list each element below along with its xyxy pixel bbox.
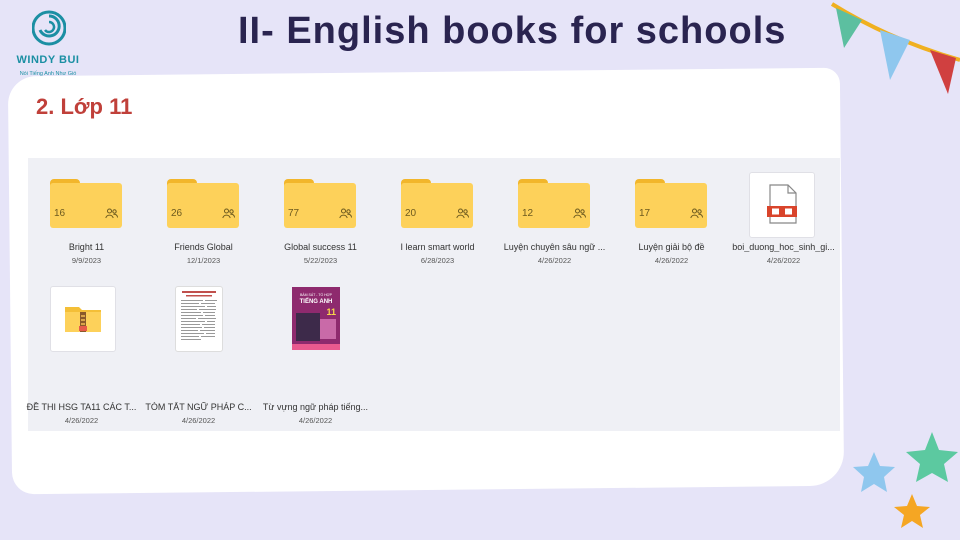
- shared-people-icon: [690, 208, 703, 219]
- folder-icon: 77: [284, 177, 356, 228]
- folder-item[interactable]: 77 Global success 11 5/22/2023: [262, 158, 379, 265]
- item-date: 5/22/2023: [303, 256, 338, 265]
- file-item[interactable]: boi_duong_hoc_sinh_gi... 4/26/2022: [725, 158, 842, 265]
- item-name: Luyện chuyên sâu ngữ ...: [503, 242, 606, 252]
- item-count: 12: [522, 208, 534, 219]
- item-date: 4/26/2022: [537, 256, 572, 265]
- book-cover-top-text: BÁM SÁT - TỔ HỢP: [299, 293, 333, 297]
- item-date: 4/26/2022: [654, 256, 689, 265]
- book-cover-decor: [320, 319, 336, 339]
- pdf-file-icon: [749, 172, 815, 238]
- item-date: 4/26/2022: [64, 416, 99, 425]
- book-cover-band: [292, 344, 340, 350]
- item-date: 9/9/2023: [71, 256, 102, 265]
- star-icon: [853, 432, 958, 528]
- folder-icon: 17: [635, 177, 707, 228]
- item-date: 4/26/2022: [181, 416, 216, 425]
- swirl-logo-icon: [32, 10, 66, 46]
- item-count: 16: [54, 208, 66, 219]
- folder-icon: 26: [167, 177, 239, 228]
- item-date: 4/26/2022: [298, 416, 333, 425]
- folder-item[interactable]: 12 Luyện chuyên sâu ngữ ... 4/26/2022: [496, 158, 613, 265]
- book-cover-thumbnail: BÁM SÁT - TỔ HỢP TIẾNG ANH 11: [292, 287, 340, 350]
- item-count: 77: [288, 208, 300, 219]
- item-date: 6/28/2023: [420, 256, 455, 265]
- item-count: 17: [639, 208, 651, 219]
- document-thumbnail: [175, 286, 223, 352]
- folder-item[interactable]: 20 I learn smart world 6/28/2023: [379, 158, 496, 265]
- file-explorer-grid: 16 Bright 11 9/9/2023 26 Friends Global …: [27, 158, 842, 431]
- shared-people-icon: [456, 208, 469, 219]
- item-date: 4/26/2022: [766, 256, 801, 265]
- file-item[interactable]: BÁM SÁT - TỔ HỢP TIẾNG ANH 11 Từ vựng ng…: [257, 272, 374, 425]
- book-cover-title: TIẾNG ANH: [299, 299, 333, 305]
- item-count: 26: [171, 208, 183, 219]
- shared-people-icon: [339, 208, 352, 219]
- item-name: boi_duong_hoc_sinh_gi...: [732, 242, 835, 252]
- item-name: Bright 11: [68, 242, 105, 252]
- item-name: ĐỀ THI HSG TA11 CÁC T...: [26, 402, 137, 412]
- page-title: II- English books for schools: [238, 10, 787, 52]
- folder-icon: 16: [50, 177, 122, 228]
- zip-archive-icon: [50, 286, 116, 352]
- bunting-flag-icon: [830, 2, 960, 94]
- folder-icon: 12: [518, 177, 590, 228]
- file-item[interactable]: TÓM TẮT NGỮ PHÁP C... 4/26/2022: [140, 272, 257, 425]
- book-cover-grade: 11: [326, 307, 336, 317]
- shared-people-icon: [573, 208, 586, 219]
- section-subtitle: 2. Lớp 11: [36, 94, 133, 119]
- item-date: 12/1/2023: [186, 256, 221, 265]
- item-count: 20: [405, 208, 417, 219]
- item-name: Từ vựng ngữ pháp tiếng...: [262, 402, 369, 412]
- shared-people-icon: [222, 208, 235, 219]
- item-name: Friends Global: [174, 242, 233, 252]
- folder-item[interactable]: 17 Luyện giải bộ đề 4/26/2022: [613, 158, 730, 265]
- item-name: Luyện giải bộ đề: [638, 242, 705, 252]
- folder-item[interactable]: 16 Bright 11 9/9/2023: [28, 158, 145, 265]
- folder-item[interactable]: 26 Friends Global 12/1/2023: [145, 158, 262, 265]
- folder-icon: 20: [401, 177, 473, 228]
- logo-name: WINDY BUI: [16, 54, 80, 66]
- book-cover-photo: [296, 313, 320, 341]
- item-name: TÓM TẮT NGỮ PHÁP C...: [145, 402, 252, 412]
- shared-people-icon: [105, 208, 118, 219]
- file-item[interactable]: ĐỀ THI HSG TA11 CÁC T... 4/26/2022: [23, 272, 140, 425]
- item-name: I learn smart world: [400, 242, 475, 252]
- windy-bui-logo: WINDY BUI Nói Tiếng Anh Như Gió: [8, 4, 88, 84]
- item-name: Global success 11: [284, 242, 357, 252]
- logo-slogan: Nói Tiếng Anh Như Gió: [19, 71, 77, 77]
